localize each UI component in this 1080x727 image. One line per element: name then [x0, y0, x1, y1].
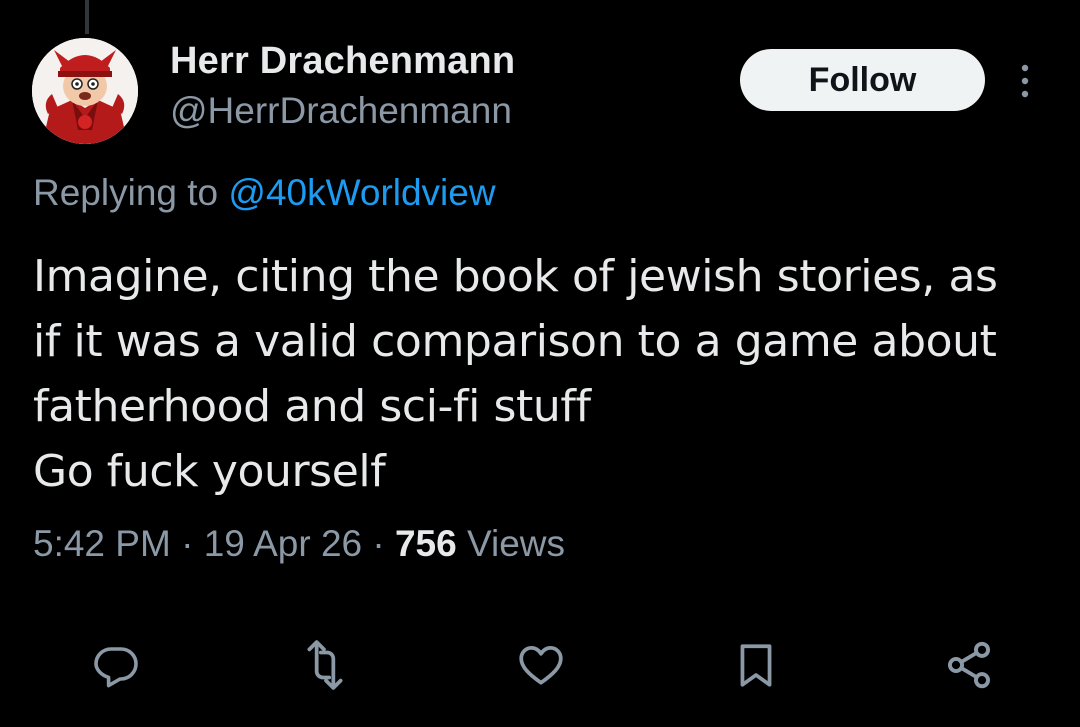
tweet-text-line: if it was a valid comparison to a game a…: [33, 316, 997, 367]
meta-separator: ·: [362, 523, 395, 564]
replying-to-label: Replying to: [33, 172, 229, 213]
tweet-text-line: fatherhood and sci-fi stuff: [33, 381, 591, 432]
share-icon: [947, 641, 991, 689]
bookmark-icon: [740, 644, 772, 687]
thread-connector-line: [85, 0, 89, 34]
reply-icon: [94, 647, 138, 688]
follow-button[interactable]: Follow: [740, 49, 985, 111]
meta-separator: ·: [170, 523, 204, 564]
retweet-icon: [307, 640, 343, 690]
author-handle[interactable]: @HerrDrachenmann: [170, 90, 512, 132]
share-button[interactable]: [934, 630, 1004, 700]
tweet-text: Imagine, citing the book of jewish stori…: [33, 244, 1063, 504]
views-label: Views: [456, 523, 566, 564]
reply-button[interactable]: [81, 630, 151, 700]
tweet-text-line: Imagine, citing the book of jewish stori…: [33, 251, 998, 302]
replying-to-line: Replying to @40kWorldview: [33, 172, 496, 214]
replying-to-mention-link[interactable]: @40kWorldview: [228, 172, 495, 213]
author-display-name[interactable]: Herr Drachenmann: [170, 40, 515, 83]
views-count: 756: [394, 523, 457, 564]
avatar[interactable]: [32, 38, 138, 144]
like-button[interactable]: [506, 630, 576, 700]
like-icon: [519, 646, 563, 685]
bookmark-button[interactable]: [721, 630, 791, 700]
tweet-meta: 5:42 PM · 19 Apr 26 · 756 Views: [33, 523, 565, 565]
more-options-icon[interactable]: [1013, 62, 1037, 100]
retweet-button[interactable]: [290, 630, 360, 700]
tweet-text-line: Go fuck yourself: [33, 446, 386, 497]
tweet-date[interactable]: 19 Apr 26: [204, 523, 362, 564]
avatar-image: [32, 38, 138, 144]
tweet-time[interactable]: 5:42 PM: [33, 523, 171, 564]
action-bar: [0, 630, 1080, 700]
